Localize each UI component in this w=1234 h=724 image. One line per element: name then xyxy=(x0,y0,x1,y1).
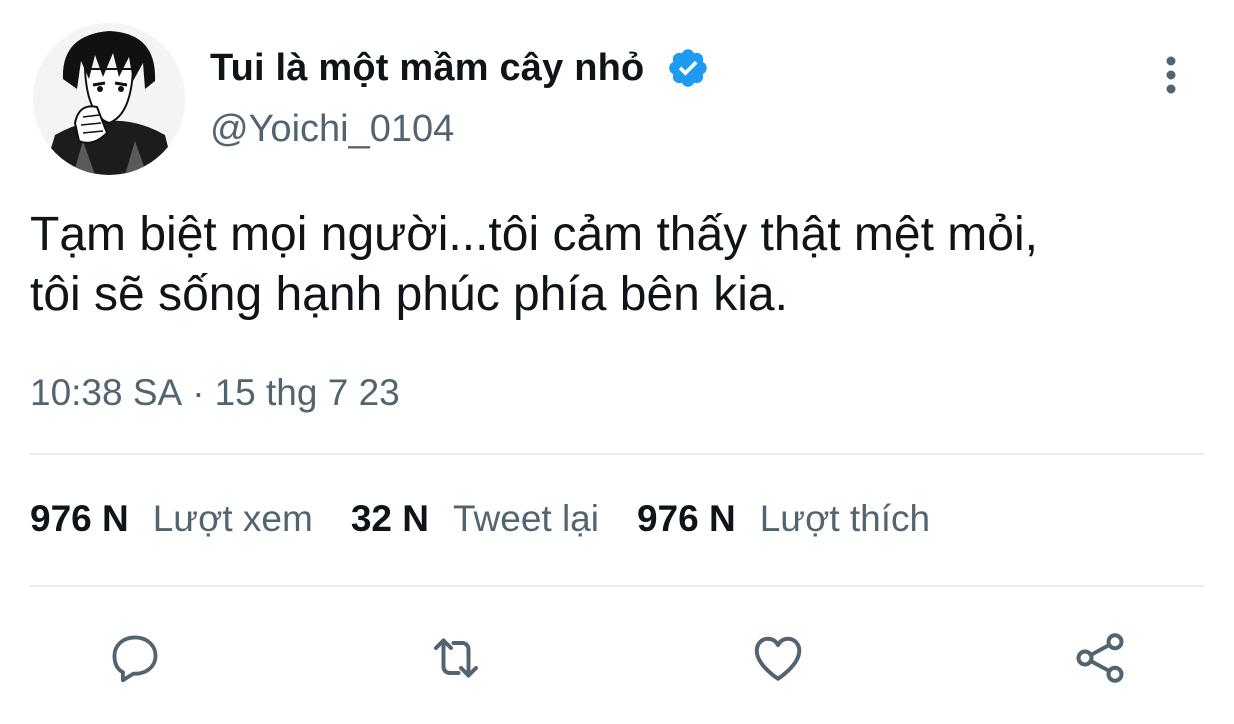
tweet-text-line: Tạm biệt mọi người...tôi cảm thấy thật m… xyxy=(30,208,1038,261)
reply-button[interactable] xyxy=(95,620,175,700)
reply-icon xyxy=(106,629,164,692)
views-stat[interactable]: 976 N Lượt xem xyxy=(30,498,313,540)
likes-label: Lượt thích xyxy=(759,498,931,539)
tweet-date: 15 thg 7 23 xyxy=(214,372,400,413)
retweet-icon xyxy=(426,628,486,693)
retweets-label: Tweet lại xyxy=(452,498,599,539)
more-vertical-icon[interactable] xyxy=(1146,50,1196,100)
tweet-action-bar xyxy=(0,620,1234,700)
tweet-timestamp[interactable]: 10:38 SA · 15 thg 7 23 xyxy=(30,372,400,414)
views-count: 976 N xyxy=(30,498,129,539)
views-label: Lượt xem xyxy=(152,498,313,539)
avatar[interactable] xyxy=(33,23,185,175)
tweet-text-line: tôi sẽ sống hạnh phúc phía bên kia. xyxy=(30,268,788,321)
tweet-time: 10:38 SA xyxy=(30,372,183,413)
likes-count: 976 N xyxy=(636,498,736,539)
retweet-button[interactable] xyxy=(416,620,496,700)
display-name[interactable]: Tui là một mầm cây nhỏ xyxy=(210,47,644,90)
like-icon xyxy=(748,628,808,693)
retweets-count: 32 N xyxy=(350,498,429,539)
share-button[interactable] xyxy=(1060,620,1140,700)
separator-dot: · xyxy=(192,372,205,413)
divider xyxy=(30,585,1204,587)
divider xyxy=(30,453,1204,455)
user-handle[interactable]: @Yoichi_0104 xyxy=(210,108,454,151)
verified-badge-icon xyxy=(666,46,710,90)
retweets-stat[interactable]: 32 N Tweet lại xyxy=(351,498,599,540)
share-icon xyxy=(1070,628,1130,693)
tweet-text: Tạm biệt mọi người...tôi cảm thấy thật m… xyxy=(30,205,1210,325)
likes-stat[interactable]: 976 N Lượt thích xyxy=(637,498,930,540)
tweet-stats: 976 N Lượt xem 32 N Tweet lại 976 N Lượt… xyxy=(30,498,968,540)
like-button[interactable] xyxy=(738,620,818,700)
manga-character-avatar xyxy=(33,23,185,175)
